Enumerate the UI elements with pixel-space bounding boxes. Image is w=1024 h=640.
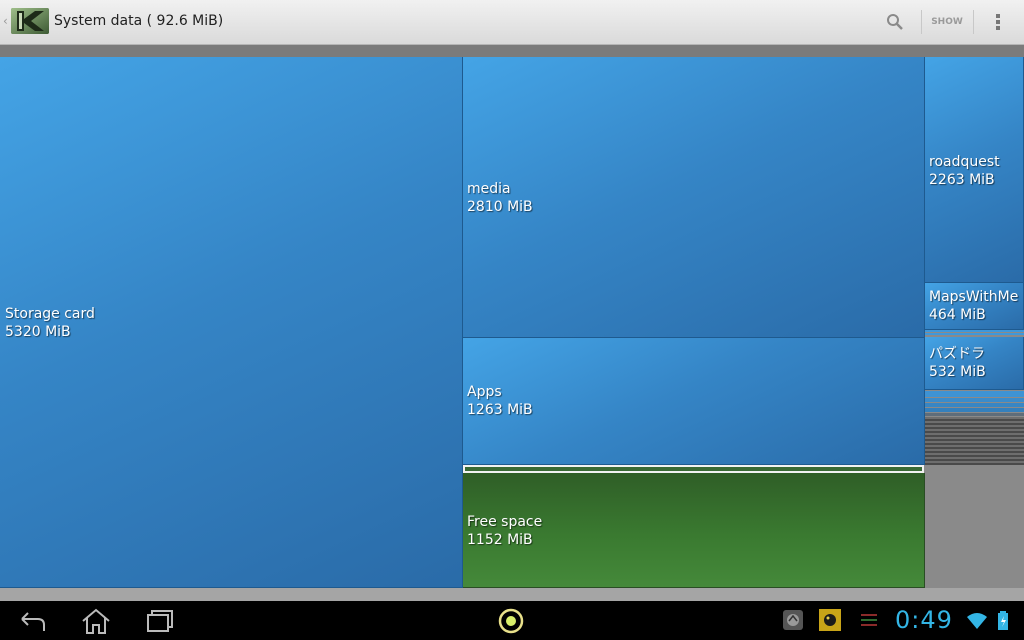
tile-size: 532 MiB [929, 364, 986, 380]
tile-mapswithme[interactable]: MapsWithMe 464 MiB [925, 283, 1024, 330]
tile-name: パズドラ [929, 346, 985, 362]
tile-storage-card[interactable]: Storage card 5320 MiB [0, 57, 463, 588]
tile-name: Free space [467, 514, 543, 530]
tile-size: 1263 MiB [467, 402, 533, 418]
tile-size: 1152 MiB [467, 532, 533, 548]
selected-tile-highlight[interactable] [463, 465, 924, 473]
tile-size: 2263 MiB [929, 172, 995, 188]
tile-roadquest[interactable]: roadquest 2263 MiB [925, 57, 1024, 283]
launcher-icon[interactable] [493, 605, 529, 637]
battery-icon[interactable] [996, 610, 1010, 632]
tile-name: media [467, 181, 511, 197]
system-navbar: 0:49 [0, 601, 1024, 640]
tile-pazudora[interactable]: パズドラ 532 MiB [925, 337, 1024, 390]
notification-game-icon[interactable] [819, 609, 841, 631]
app-logo-icon[interactable] [11, 8, 49, 34]
tile-apps[interactable]: Apps 1263 MiB [463, 338, 925, 465]
treemap-footer [0, 588, 1024, 601]
search-icon[interactable] [880, 8, 910, 36]
treemap: Storage card 5320 MiB media 2810 MiB App… [0, 57, 1024, 588]
notification-signal-icon[interactable] [858, 609, 880, 631]
recent-apps-icon[interactable] [142, 605, 178, 637]
home-icon[interactable] [78, 605, 114, 637]
tile-name: Storage card [5, 306, 95, 322]
tile-name: Apps [467, 384, 502, 400]
notification-app-icon[interactable] [782, 609, 804, 631]
tile-name: roadquest [929, 154, 1000, 170]
clock[interactable]: 0:49 [895, 606, 953, 634]
show-button[interactable]: SHOW [924, 10, 970, 34]
tile-size: 5320 MiB [5, 324, 71, 340]
tile-media[interactable]: media 2810 MiB [463, 57, 925, 338]
overflow-menu-icon[interactable] [984, 8, 1012, 36]
tile-size: 464 MiB [929, 307, 986, 323]
back-icon[interactable] [14, 605, 50, 637]
tile-free-space[interactable]: Free space 1152 MiB [463, 473, 925, 588]
page-title: System data ( 92.6 MiB) [54, 13, 224, 29]
tile-name: MapsWithMe [929, 289, 1019, 305]
action-bar: ‹ System data ( 92.6 MiB) SHOW [0, 0, 1024, 45]
wifi-icon[interactable] [966, 610, 988, 632]
up-caret-icon[interactable]: ‹ [3, 14, 8, 28]
divider [921, 10, 922, 34]
tile-size: 2810 MiB [467, 199, 533, 215]
divider [973, 10, 974, 34]
